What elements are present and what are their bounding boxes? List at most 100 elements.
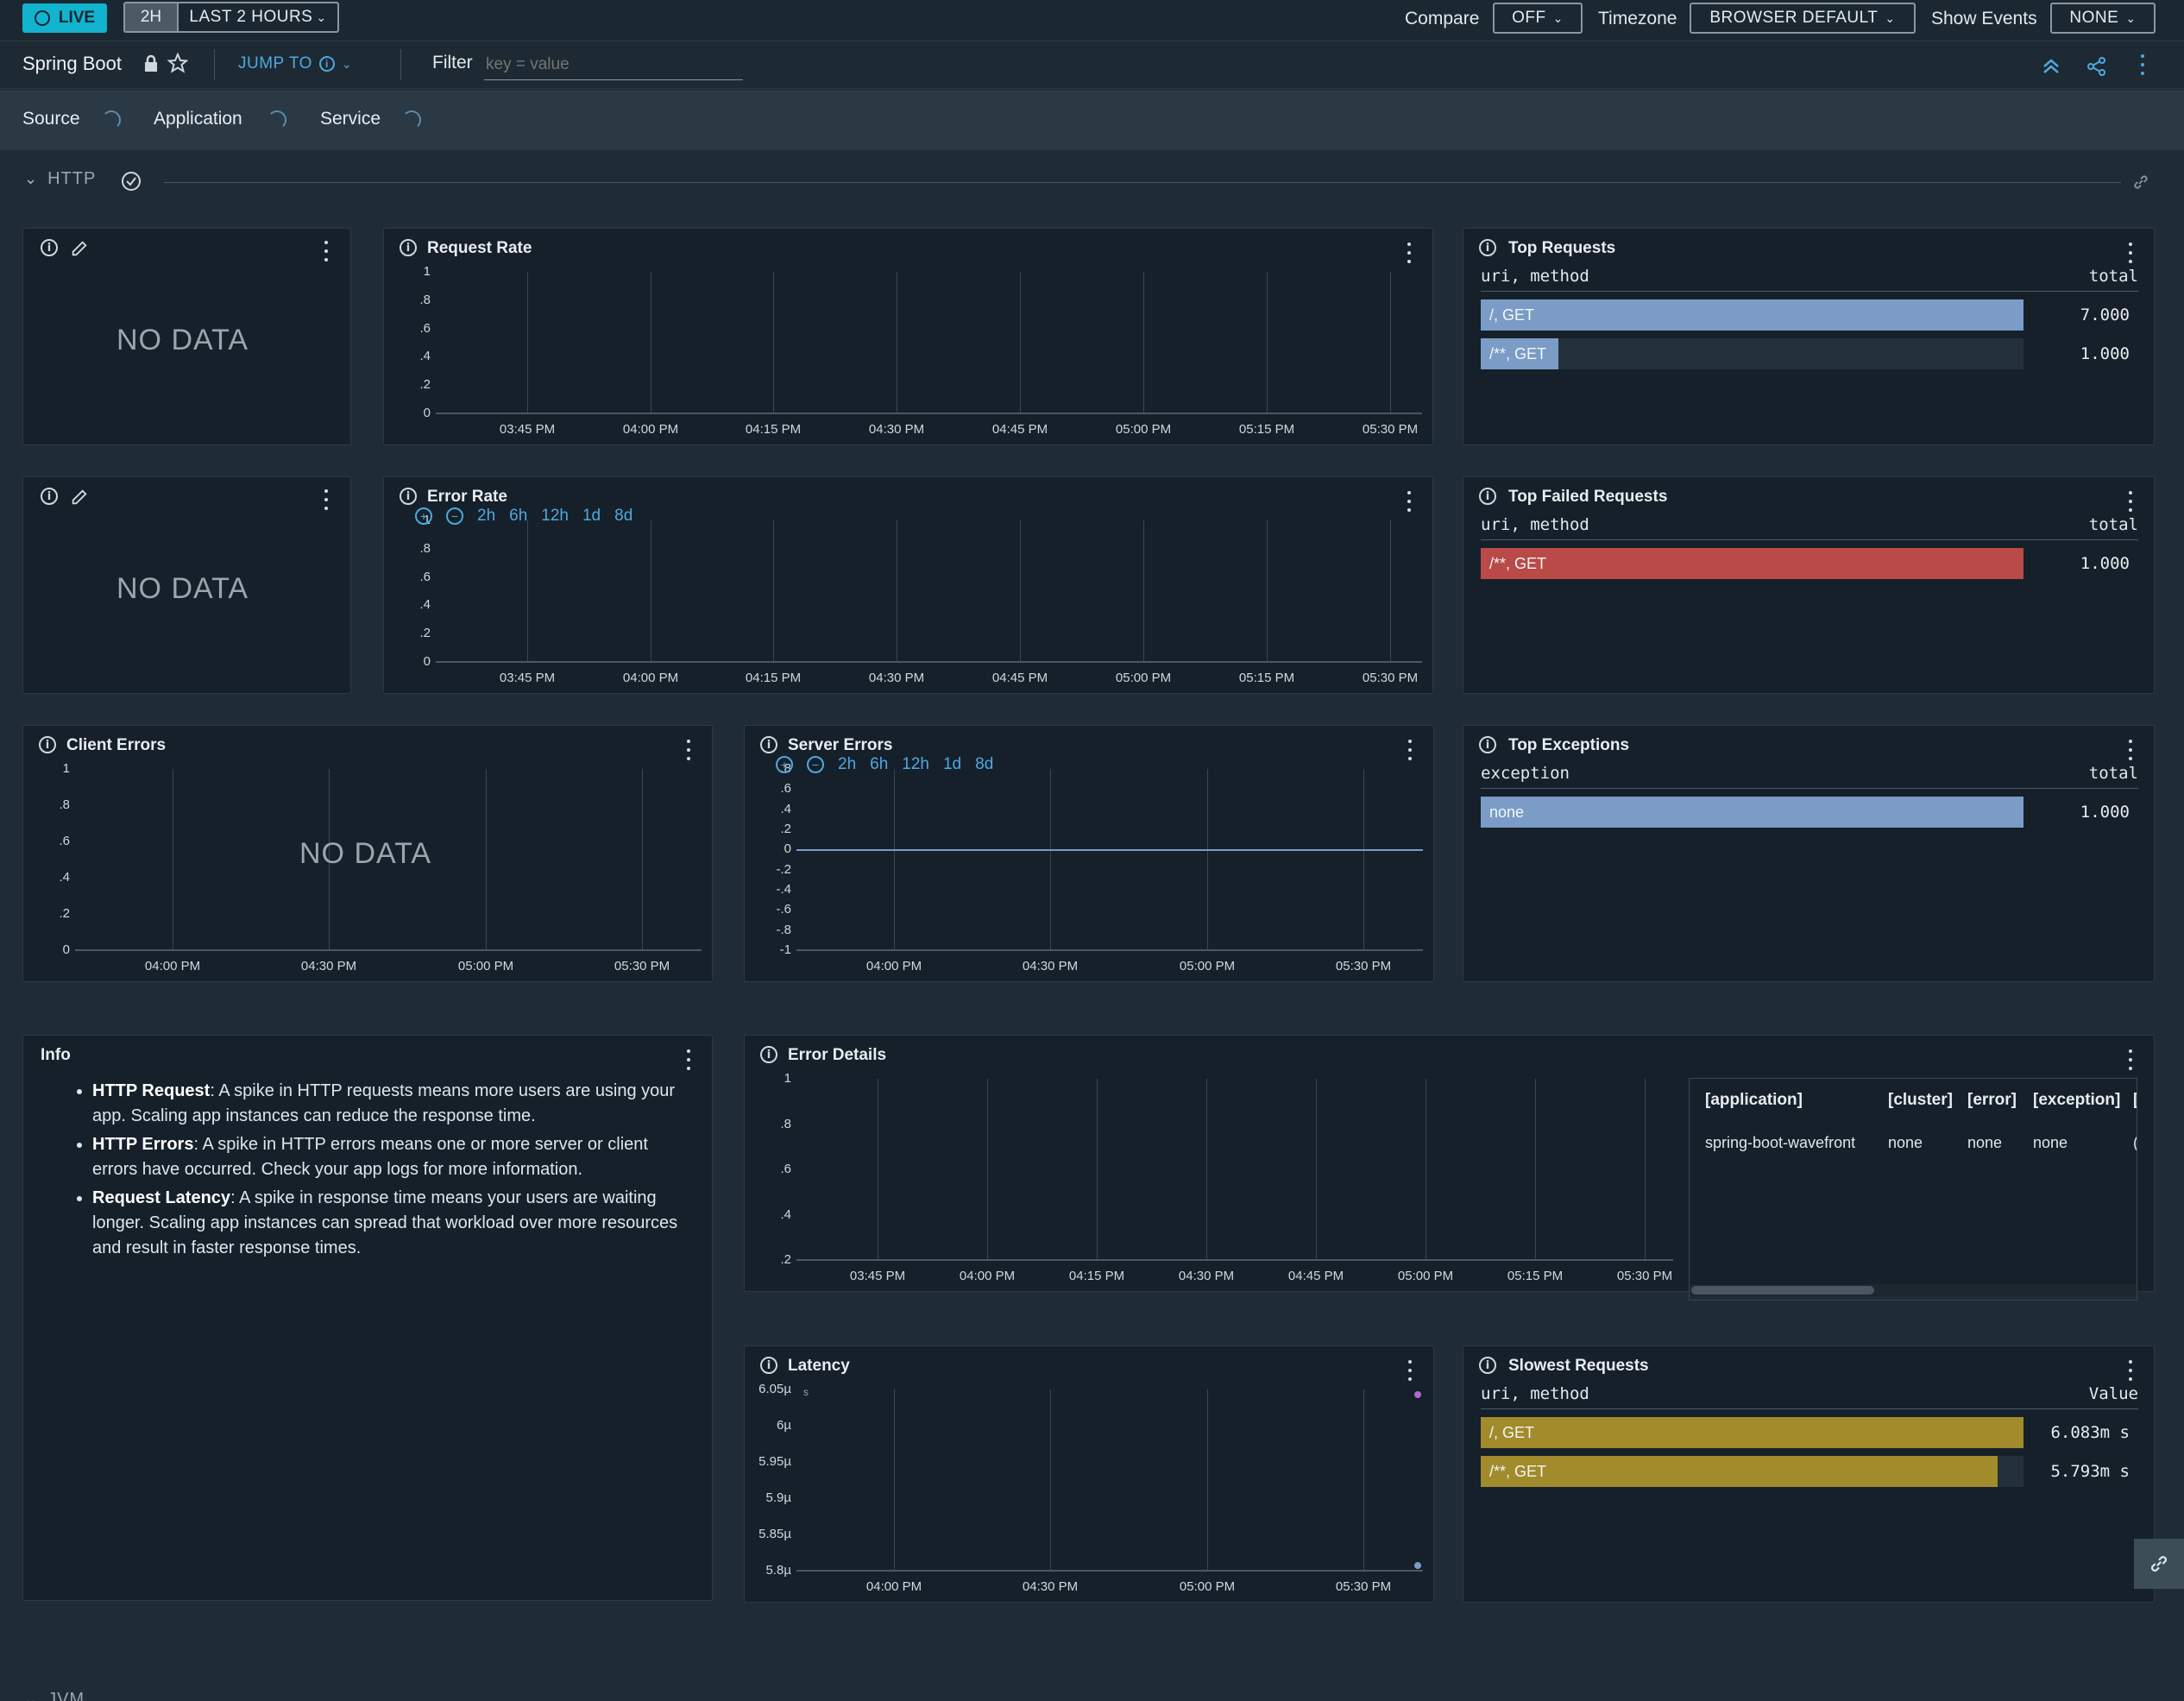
bar-row[interactable]: none — [1481, 797, 2024, 828]
column-header[interactable]: Value — [2043, 1384, 2138, 1403]
zoom-link-1d[interactable]: 1d — [943, 755, 961, 774]
section-header-jvm[interactable]: ⌄ JVM — [24, 1690, 85, 1701]
zoom-link-2h[interactable]: 2h — [477, 507, 495, 526]
x-tick-label: 05:30 PM — [1335, 1579, 1392, 1594]
scrollbar-thumb[interactable] — [1691, 1286, 1874, 1295]
section-header-http[interactable]: ⌄ HTTP — [24, 169, 96, 189]
panel-menu-icon[interactable] — [1407, 1360, 1413, 1381]
column-header[interactable]: uri, method — [1481, 267, 1589, 286]
zoom-in-icon[interactable]: + — [776, 756, 793, 773]
info-icon[interactable]: i — [1479, 736, 1496, 753]
share-icon[interactable] — [2086, 56, 2107, 77]
zoom-link-2h[interactable]: 2h — [838, 755, 856, 774]
panel-menu-icon[interactable] — [2128, 1360, 2133, 1381]
y-tick-label: 5.85µ — [758, 1527, 791, 1541]
bar-row[interactable]: /, GET — [1481, 1417, 2024, 1448]
panel-menu-icon[interactable] — [2128, 491, 2133, 512]
info-icon[interactable]: i — [1479, 1357, 1496, 1374]
zoom-out-icon[interactable]: − — [446, 507, 463, 525]
plot-area[interactable] — [796, 769, 1423, 951]
bar-row[interactable]: /**, GET — [1481, 1456, 2024, 1487]
zoom-link-12h[interactable]: 12h — [541, 507, 569, 526]
panel-menu-icon[interactable] — [686, 1049, 691, 1070]
edit-pencil-icon[interactable] — [70, 488, 89, 507]
zoom-link-6h[interactable]: 6h — [509, 507, 527, 526]
panel-menu-icon[interactable] — [324, 241, 329, 261]
collapse-all-icon[interactable] — [2042, 58, 2061, 75]
live-button[interactable]: LIVE — [22, 3, 107, 33]
info-icon[interactable]: i — [41, 239, 58, 256]
zoom-out-icon[interactable]: − — [807, 756, 824, 773]
range-label[interactable]: LAST 2 HOURS ⌄ — [179, 3, 337, 31]
info-icon[interactable]: i — [760, 736, 777, 753]
time-range-selector[interactable]: 2H LAST 2 HOURS ⌄ — [123, 2, 339, 33]
edit-pencil-icon[interactable] — [70, 239, 89, 258]
info-icon[interactable]: i — [1479, 488, 1496, 505]
plot-area[interactable] — [796, 1389, 1423, 1572]
column-header[interactable]: total — [2043, 515, 2138, 534]
timezone-dropdown[interactable]: BROWSER DEFAULT ⌄ — [1690, 3, 1916, 34]
more-options-icon[interactable] — [2140, 54, 2145, 75]
bar-row[interactable]: /**, GET — [1481, 338, 2024, 369]
info-icon[interactable]: i — [760, 1357, 777, 1374]
variable-source[interactable]: Source — [22, 109, 80, 129]
column-header[interactable]: total — [2043, 764, 2138, 783]
lock-icon[interactable] — [143, 54, 159, 73]
plot-area[interactable] — [796, 1079, 1673, 1261]
chevron-down-icon[interactable]: ⌄ — [24, 170, 37, 188]
zoom-link-6h[interactable]: 6h — [870, 755, 888, 774]
column-header[interactable]: uri, method — [1481, 1384, 1589, 1403]
panel-menu-icon[interactable] — [2128, 740, 2133, 760]
variable-application[interactable]: Application — [154, 109, 242, 129]
zoom-in-icon[interactable]: + — [415, 507, 432, 525]
column-header[interactable]: uri, method — [1481, 515, 1589, 534]
zoom-link-8d[interactable]: 8d — [975, 755, 993, 774]
column-header[interactable]: [error] — [1967, 1091, 2017, 1110]
jump-to-button[interactable]: JUMP TO i ⌄ — [238, 54, 352, 73]
compare-dropdown[interactable]: OFF ⌄ — [1493, 3, 1583, 34]
check-circle-icon[interactable] — [121, 171, 142, 192]
x-tick-label: 05:15 PM — [1238, 422, 1295, 437]
panel-menu-icon[interactable] — [2128, 243, 2133, 263]
zoom-link-12h[interactable]: 12h — [902, 755, 929, 774]
column-header[interactable]: [cluster] — [1888, 1091, 1953, 1110]
column-header[interactable]: [application] — [1705, 1091, 1803, 1110]
info-icon[interactable]: i — [400, 488, 417, 505]
zoom-link-1d[interactable]: 1d — [582, 507, 601, 526]
x-tick-label: 03:45 PM — [499, 671, 556, 685]
column-header[interactable]: [ — [2133, 1091, 2137, 1110]
bar-row[interactable]: /**, GET — [1481, 548, 2024, 579]
column-header[interactable]: [exception] — [2033, 1091, 2120, 1110]
chevron-down-icon[interactable]: ⌄ — [24, 1691, 37, 1701]
panel-menu-icon[interactable] — [686, 740, 691, 760]
info-icon[interactable]: i — [760, 1046, 777, 1063]
panel-menu-icon[interactable] — [1407, 243, 1412, 263]
link-icon[interactable] — [2131, 173, 2150, 192]
bar-row[interactable]: /, GET — [1481, 299, 2024, 331]
panel-menu-icon[interactable] — [2128, 1049, 2133, 1070]
info-icon[interactable]: i — [1479, 239, 1496, 256]
panel-menu-icon[interactable] — [1407, 740, 1413, 760]
panel-menu-icon[interactable] — [1407, 491, 1412, 512]
info-icon[interactable]: i — [41, 488, 58, 505]
info-icon[interactable]: i — [400, 239, 417, 256]
range-label-text: LAST 2 HOURS — [189, 8, 313, 26]
range-short-badge[interactable]: 2H — [125, 3, 179, 31]
plot-area[interactable] — [436, 520, 1422, 663]
filter-input[interactable] — [484, 49, 743, 80]
horizontal-scrollbar[interactable] — [1690, 1284, 2137, 1296]
zoom-link-8d[interactable]: 8d — [614, 507, 633, 526]
column-header[interactable]: exception — [1481, 764, 1570, 783]
info-list: HTTP Request: A spike in HTTP requests m… — [92, 1079, 696, 1264]
variable-service[interactable]: Service — [320, 109, 381, 129]
info-icon[interactable]: i — [39, 736, 56, 753]
panel-latency: i Latency 04:00 PM 04:30 PM 05:00 PM 05:30 PM… — [744, 1345, 1434, 1603]
star-icon[interactable] — [167, 53, 188, 73]
column-header[interactable]: total — [2043, 267, 2138, 286]
plot-area[interactable] — [436, 272, 1422, 414]
floating-link-button[interactable] — [2134, 1539, 2184, 1589]
panel-menu-icon[interactable] — [324, 489, 329, 510]
table-cell: none — [1888, 1134, 1923, 1151]
show-events-dropdown[interactable]: NONE ⌄ — [2050, 3, 2156, 34]
table-row[interactable]: spring-boot-wavefront none none none ( — [1690, 1124, 2137, 1162]
